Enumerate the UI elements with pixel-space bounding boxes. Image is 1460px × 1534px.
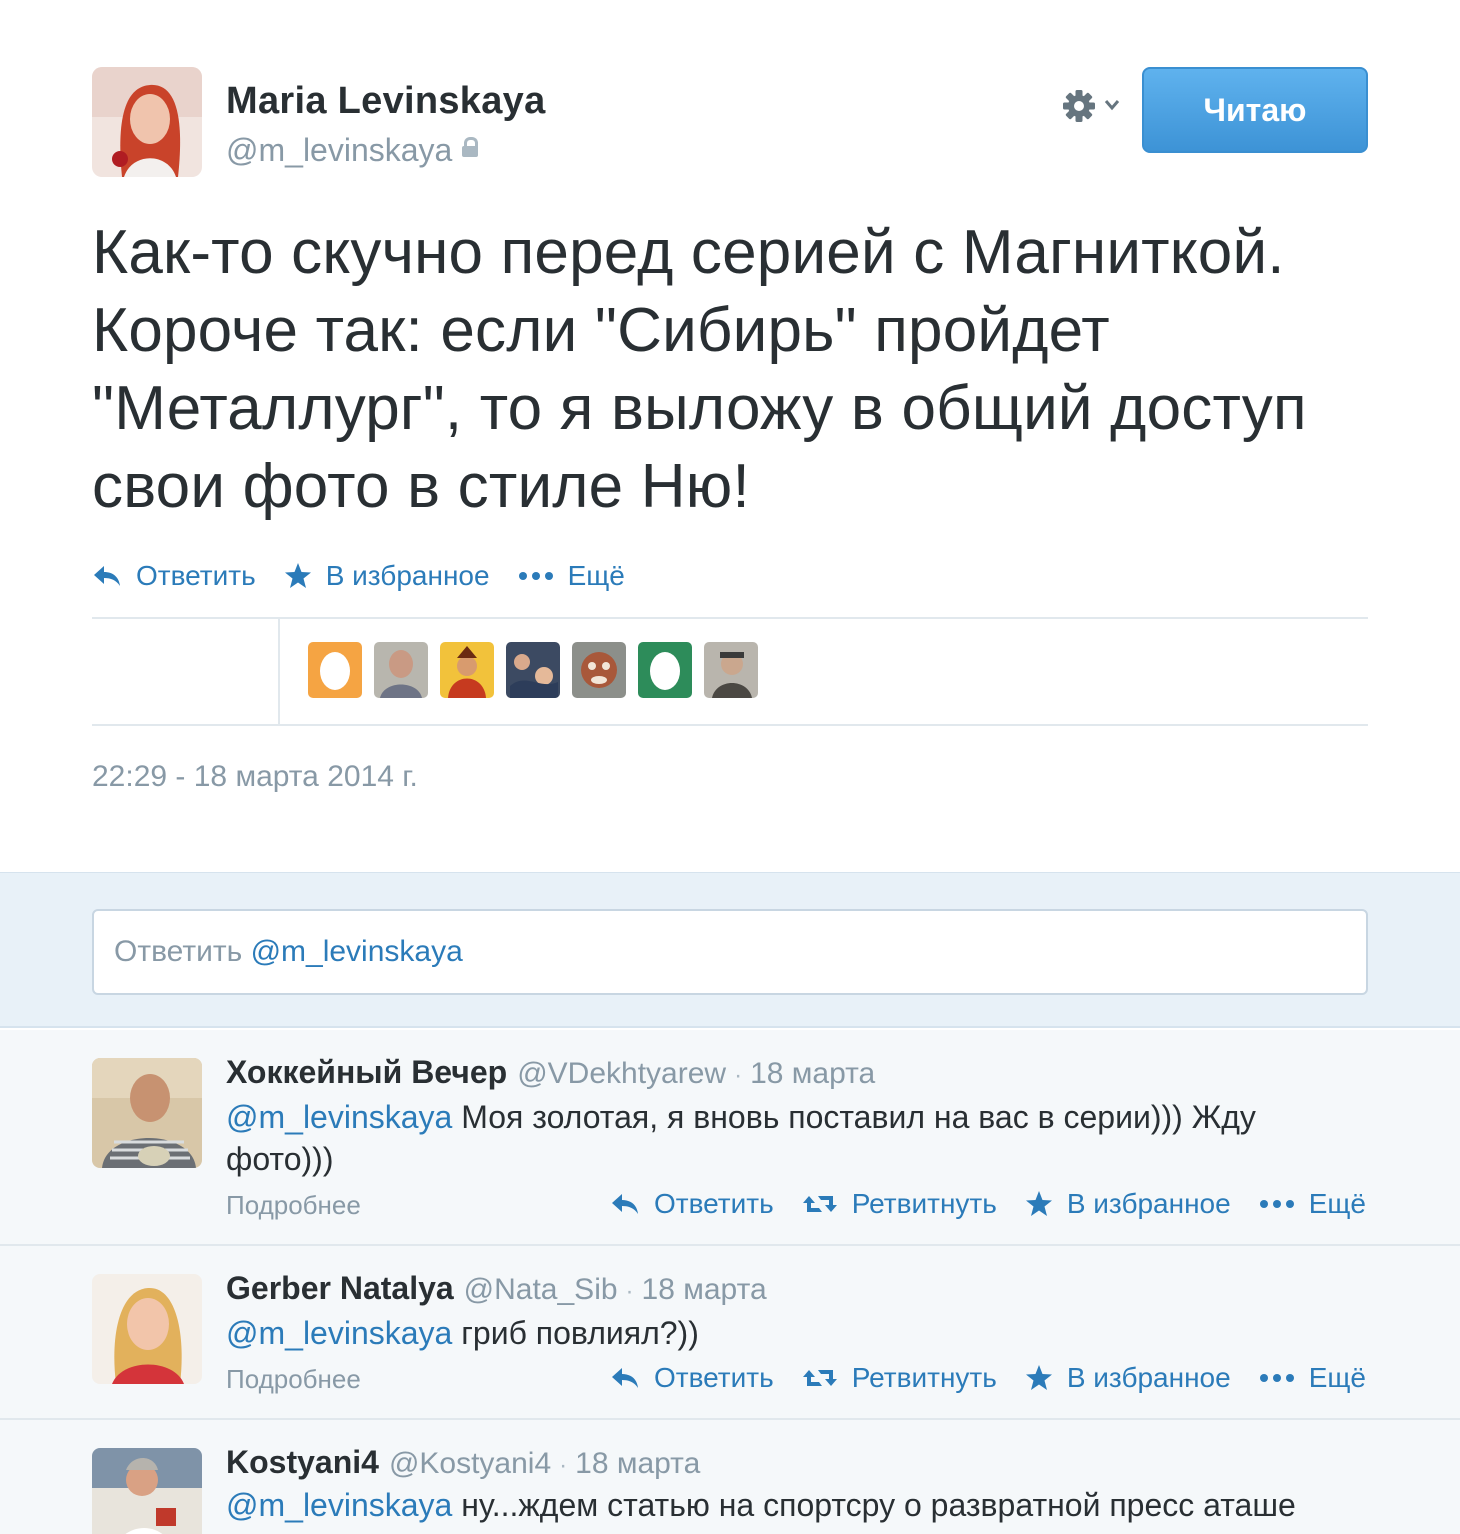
author-avatar[interactable] bbox=[92, 67, 202, 177]
more-label: Ещё bbox=[567, 560, 625, 591]
author-handle-text: @m_levinskaya bbox=[226, 132, 453, 168]
more-action[interactable]: Ещё bbox=[1259, 1188, 1366, 1220]
lock-icon bbox=[462, 137, 479, 157]
author-handle[interactable]: @m_levinskaya bbox=[226, 132, 479, 169]
retweet-label: Ретвитнуть bbox=[851, 1188, 997, 1219]
reply-author-handle[interactable]: @Kostyani4 bbox=[389, 1447, 551, 1480]
star-icon bbox=[1025, 1191, 1052, 1216]
reply-actions: Ответить Ретвитнуть В избранное Ещё bbox=[582, 1188, 1366, 1220]
reply-action[interactable]: Ответить bbox=[92, 560, 256, 592]
main-tweet: Maria Levinskaya @m_levinskaya Читаю Как… bbox=[0, 0, 1460, 872]
reply-tweet[interactable]: Gerber Natalya @Nata_Sib · 18 марта @m_levi… bbox=[0, 1246, 1460, 1420]
retweet-action[interactable]: Ретвитнуть bbox=[802, 1188, 997, 1220]
separator-dot: · bbox=[625, 1278, 634, 1305]
reply-body-text: гриб повлиял?)) bbox=[452, 1315, 699, 1351]
reply-author-name[interactable]: Kostyani4 bbox=[226, 1444, 379, 1480]
reply-author-name[interactable]: Хоккейный Вечер bbox=[226, 1054, 507, 1090]
favorited-by-avatars bbox=[308, 642, 770, 698]
reply-action[interactable]: Ответить bbox=[610, 1362, 774, 1394]
star-icon bbox=[284, 563, 311, 588]
reply-text: @m_levinskaya Моя золотая, я вновь поста… bbox=[226, 1096, 1346, 1180]
reply-icon bbox=[612, 1368, 638, 1388]
reply-input-mention: @m_levinskaya bbox=[250, 935, 463, 968]
favoriter-avatar[interactable] bbox=[440, 642, 494, 698]
retweet-action[interactable]: Ретвитнуть bbox=[802, 1362, 997, 1394]
favorite-label: В избранное bbox=[1066, 1362, 1231, 1393]
reply-text: @m_levinskaya гриб повлиял?)) bbox=[226, 1312, 1346, 1354]
reply-date[interactable]: 18 марта bbox=[575, 1447, 700, 1480]
reply-author-handle[interactable]: @Nata_Sib bbox=[464, 1273, 618, 1306]
reply-icon bbox=[612, 1194, 638, 1214]
tweet-actions: Ответить В избранное Ещё bbox=[92, 556, 653, 596]
more-dots-icon bbox=[518, 572, 553, 580]
user-actions-gear-button[interactable] bbox=[1060, 86, 1128, 126]
reply-header: Хоккейный Вечер @VDekhtyarew · 18 марта bbox=[226, 1054, 875, 1091]
stats-divider-vertical bbox=[278, 619, 280, 724]
reply-avatar[interactable] bbox=[92, 1058, 202, 1168]
favorite-label: В избранное bbox=[325, 560, 490, 591]
reply-icon bbox=[94, 566, 120, 586]
tweet-text: Как-то скучно перед серией с Магниткой. … bbox=[92, 218, 1307, 521]
tweet-timestamp[interactable]: 22:29 - 18 марта 2014 г. bbox=[92, 760, 418, 794]
favoriter-avatar[interactable] bbox=[506, 642, 560, 698]
author-name[interactable]: Maria Levinskaya bbox=[226, 80, 546, 123]
reply-mention[interactable]: @m_levinskaya bbox=[226, 1487, 452, 1523]
reply-mention[interactable]: @m_levinskaya bbox=[226, 1315, 452, 1351]
separator-dot: · bbox=[734, 1062, 743, 1089]
favorite-action[interactable]: В избранное bbox=[1025, 1362, 1231, 1394]
reply-tweet[interactable]: Хоккейный Вечер @VDekhtyarew · 18 марта @m_… bbox=[0, 1030, 1460, 1246]
reply-avatar[interactable] bbox=[92, 1274, 202, 1384]
stats-divider-bottom bbox=[92, 724, 1368, 726]
favorite-action[interactable]: В избранное bbox=[284, 560, 490, 592]
separator-dot: · bbox=[559, 1452, 568, 1479]
favoriter-avatar[interactable] bbox=[374, 642, 428, 698]
reply-date[interactable]: 18 марта bbox=[750, 1057, 875, 1090]
more-dots-icon bbox=[1259, 1374, 1294, 1382]
retweet-icon bbox=[802, 1196, 837, 1212]
retweet-label: Ретвитнуть bbox=[851, 1362, 997, 1393]
reply-label: Ответить bbox=[136, 560, 256, 591]
reply-author-name[interactable]: Gerber Natalya bbox=[226, 1270, 454, 1306]
reply-actions: Ответить Ретвитнуть В избранное Ещё bbox=[582, 1362, 1366, 1394]
reply-input-prefix: Ответить bbox=[114, 935, 243, 968]
more-action[interactable]: Ещё bbox=[518, 560, 625, 592]
stats-divider-top bbox=[92, 617, 1368, 619]
more-label: Ещё bbox=[1308, 1188, 1366, 1219]
favorite-action[interactable]: В избранное bbox=[1025, 1188, 1231, 1220]
reply-header: Gerber Natalya @Nata_Sib · 18 марта bbox=[226, 1270, 767, 1307]
reply-body-text: ну...ждем статью на спортсру о развратно… bbox=[452, 1487, 1296, 1523]
favoriter-avatar[interactable] bbox=[638, 642, 692, 698]
reply-box-area: Ответить @m_levinskaya bbox=[0, 872, 1460, 1028]
favorite-label: В избранное bbox=[1066, 1188, 1231, 1219]
favoriter-avatar[interactable] bbox=[704, 642, 758, 698]
follow-button[interactable]: Читаю bbox=[1142, 67, 1368, 153]
reply-header: Kostyani4 @Kostyani4 · 18 марта bbox=[226, 1444, 700, 1481]
details-link[interactable]: Подробнее bbox=[226, 1364, 361, 1395]
gear-icon bbox=[1063, 90, 1120, 122]
reply-input[interactable]: Ответить @m_levinskaya bbox=[92, 909, 1368, 995]
reply-label: Ответить bbox=[654, 1188, 774, 1219]
favoriter-avatar[interactable] bbox=[572, 642, 626, 698]
reply-action[interactable]: Ответить bbox=[610, 1188, 774, 1220]
more-label: Ещё bbox=[1308, 1362, 1366, 1393]
chevron-down-icon bbox=[1104, 100, 1120, 111]
reply-tweet[interactable]: Kostyani4 @Kostyani4 · 18 марта @m_levinska… bbox=[0, 1420, 1460, 1534]
more-dots-icon bbox=[1259, 1200, 1294, 1208]
reply-author-handle[interactable]: @VDekhtyarew bbox=[517, 1057, 726, 1090]
reply-label: Ответить bbox=[654, 1362, 774, 1393]
reply-mention[interactable]: @m_levinskaya bbox=[226, 1099, 452, 1135]
more-action[interactable]: Ещё bbox=[1259, 1362, 1366, 1394]
reply-avatar[interactable] bbox=[92, 1448, 202, 1534]
favoriter-avatar[interactable] bbox=[308, 642, 362, 698]
star-icon bbox=[1025, 1365, 1052, 1390]
reply-text: @m_levinskaya ну...ждем статью на спортс… bbox=[226, 1484, 1346, 1526]
reply-date[interactable]: 18 марта bbox=[642, 1273, 767, 1306]
retweet-icon bbox=[802, 1370, 837, 1386]
details-link[interactable]: Подробнее bbox=[226, 1190, 361, 1221]
